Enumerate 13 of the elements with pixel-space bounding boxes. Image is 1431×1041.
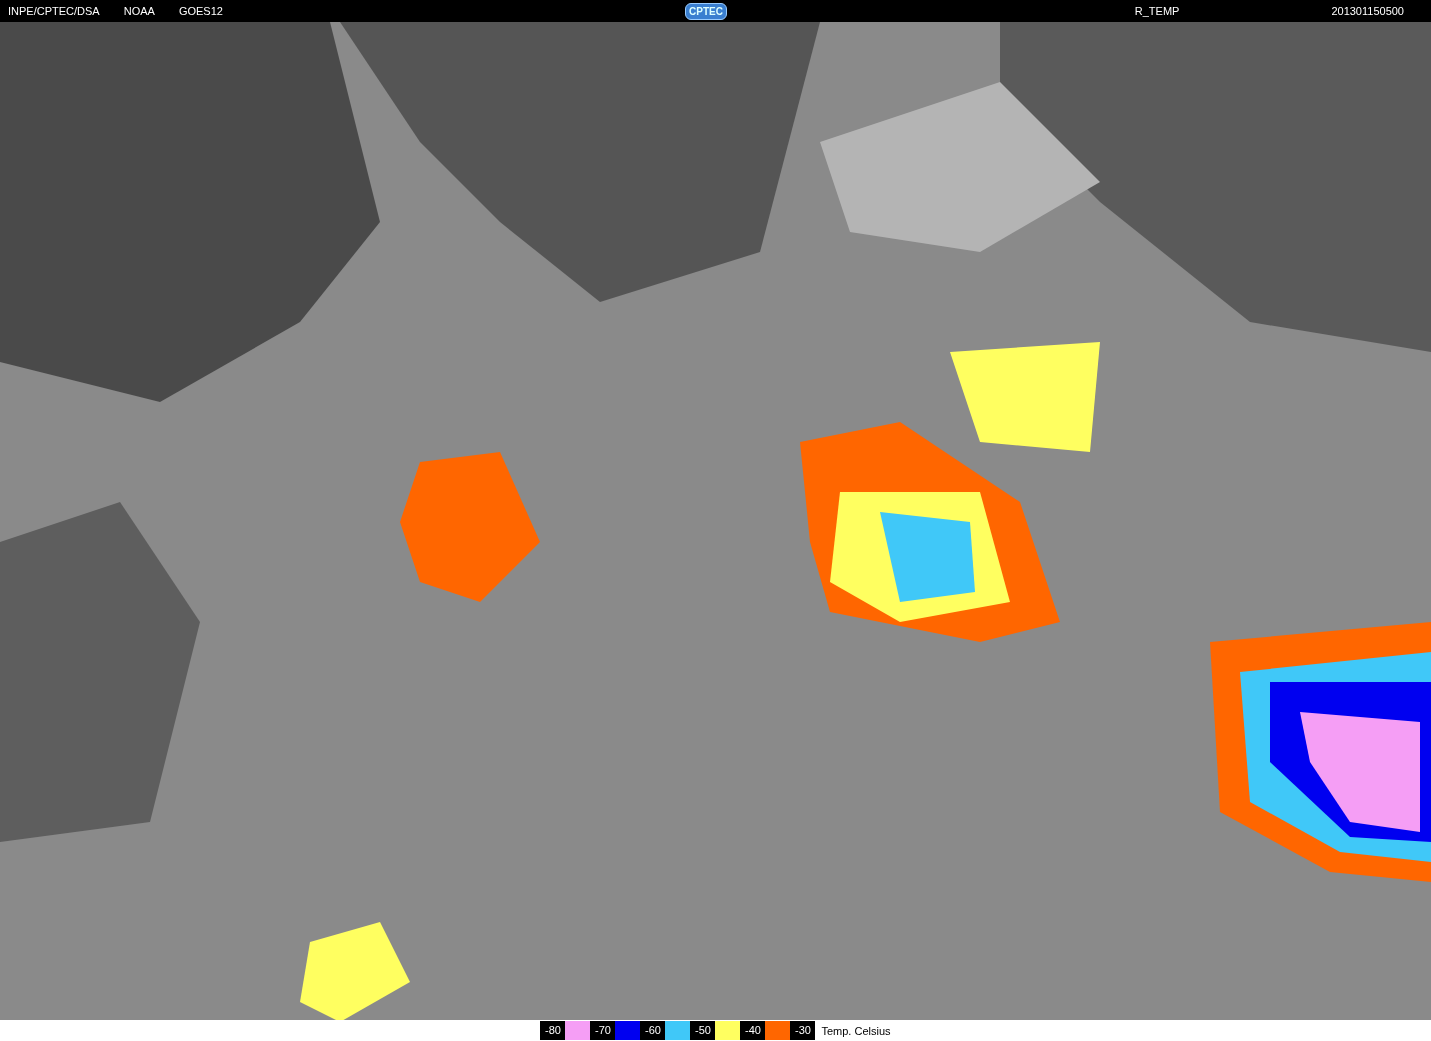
header-label: INPE/CPTEC/DSA	[8, 5, 100, 17]
product-name: R_TEMP	[1134, 5, 1180, 17]
header-label: GOES12	[178, 5, 223, 17]
legend-label: -30	[790, 1021, 816, 1040]
timestamp: 201301150500	[1331, 5, 1404, 17]
legend-unit: Temp. Celsius	[820, 1024, 891, 1037]
header-label: NOAA	[123, 5, 155, 17]
legend-label: -40	[740, 1021, 766, 1040]
legend-label: -60	[640, 1021, 666, 1040]
logo: CPTEC	[685, 2, 727, 20]
legend-label: -50	[690, 1021, 716, 1040]
legend-label: -80	[540, 1021, 566, 1040]
legend-label: -70	[590, 1021, 616, 1040]
